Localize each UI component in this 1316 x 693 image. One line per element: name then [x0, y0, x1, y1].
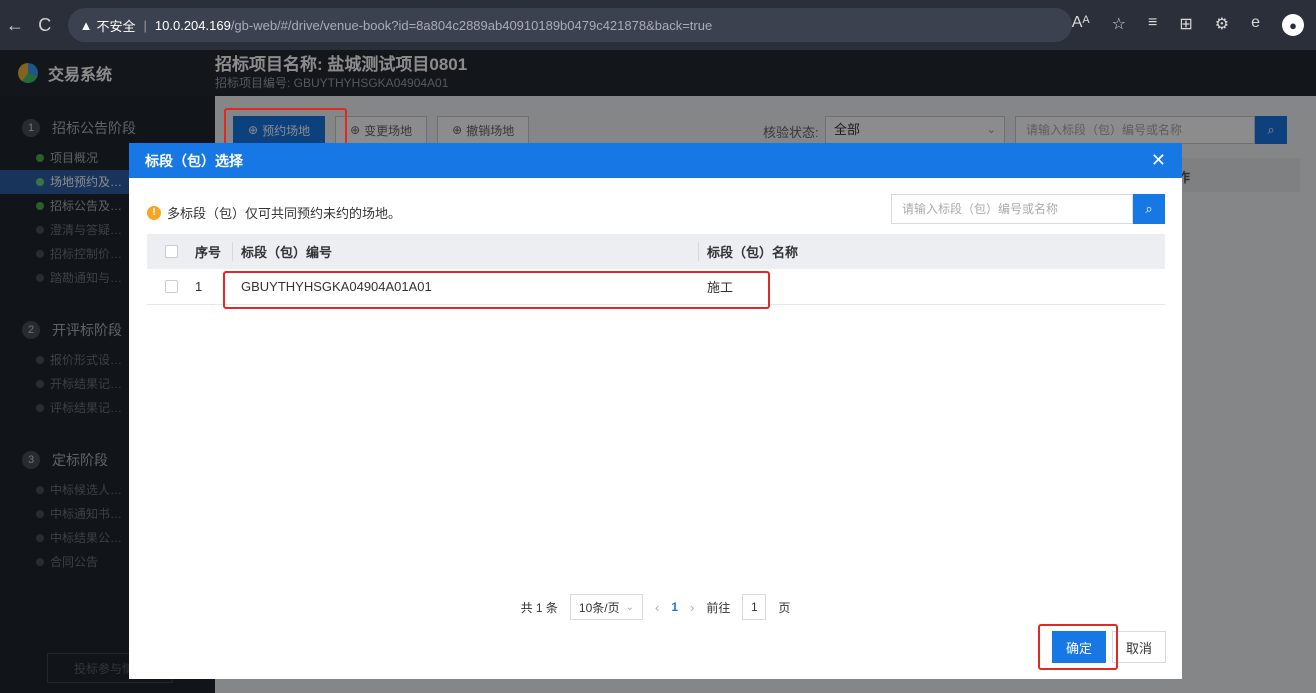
security-label: 不安全: [96, 18, 136, 34]
browser-toolbar: ← C ▲ 不安全 | 10.0.204.169 /gb-web/#/drive…: [0, 0, 1316, 50]
annotation-highlight-book-venue: [224, 108, 347, 148]
profile-avatar-icon[interactable]: ●: [1282, 14, 1304, 36]
collections-icon[interactable]: ⊞: [1179, 14, 1192, 36]
table-header-row: 序号 标段（包）编号 标段（包）名称: [147, 234, 1165, 269]
notice-text: 多标段（包）仅可共同预约未约的场地。: [167, 206, 402, 221]
pagination: 共 1 条 10条/页 ⌄ ‹ 1 › 前往 1 页: [129, 594, 1182, 620]
annotation-highlight-confirm: [1038, 624, 1118, 670]
cancel-button[interactable]: 取消: [1112, 631, 1166, 663]
annotation-highlight-section-row: [223, 271, 770, 309]
browser-actions: Aᴬ ☆ ≡ ⊞ ⚙ e ●: [1072, 14, 1316, 36]
edge-icon[interactable]: e: [1251, 14, 1260, 36]
favorites-list-icon[interactable]: ≡: [1148, 14, 1157, 36]
address-bar[interactable]: ▲ 不安全 | 10.0.204.169 /gb-web/#/drive/ven…: [67, 8, 1072, 42]
warning-triangle-icon: ▲: [79, 17, 93, 33]
prev-page-icon[interactable]: ‹: [655, 600, 659, 615]
dialog-search-button[interactable]: ⌕: [1133, 194, 1165, 224]
current-page[interactable]: 1: [671, 600, 678, 614]
back-icon[interactable]: ←: [0, 15, 30, 36]
page-size-select[interactable]: 10条/页 ⌄: [569, 594, 643, 620]
dialog-notice: ! 多标段（包）仅可共同预约未约的场地。: [147, 203, 401, 222]
url-separator: |: [143, 17, 147, 33]
favorite-star-icon[interactable]: ☆: [1112, 14, 1126, 36]
warning-icon: !: [147, 205, 161, 220]
select-all-cell: [147, 245, 187, 258]
select-all-checkbox[interactable]: [164, 245, 178, 258]
search-icon: ⌕: [1145, 201, 1153, 216]
next-page-icon[interactable]: ›: [690, 600, 694, 615]
dialog-title: 标段（包）选择: [145, 152, 243, 169]
code-column-header: 标段（包）编号: [233, 242, 699, 261]
dialog-header: 标段（包）选择 ✕: [129, 143, 1182, 178]
close-icon[interactable]: ✕: [1151, 150, 1166, 171]
security-warning[interactable]: ▲ 不安全: [80, 16, 136, 35]
pager-total: 共 1 条: [520, 600, 558, 615]
row-checkbox[interactable]: [164, 280, 178, 293]
goto-prefix: 前往: [706, 600, 731, 615]
url-path: /gb-web/#/drive/venue-book?id=8a804c2889…: [230, 17, 713, 33]
name-column-header: 标段（包）名称: [707, 245, 799, 260]
url-host: 10.0.204.169: [154, 17, 231, 33]
reload-icon[interactable]: C: [30, 15, 60, 36]
chevron-down-icon: ⌄: [625, 601, 634, 613]
section-select-dialog: 标段（包）选择 ✕ ! 多标段（包）仅可共同预约未约的场地。 请输入标段（包）编…: [129, 143, 1182, 679]
dialog-search-input[interactable]: 请输入标段（包）编号或名称: [891, 194, 1133, 224]
row-check-cell: [147, 280, 187, 293]
goto-page-input[interactable]: 1: [742, 594, 767, 620]
extensions-icon[interactable]: ⚙: [1215, 14, 1229, 36]
index-column-header: 序号: [187, 242, 233, 261]
goto-suffix: 页: [778, 600, 791, 615]
page-size-value: 10条/页: [578, 600, 620, 615]
read-aloud-icon[interactable]: Aᴬ: [1072, 14, 1090, 36]
